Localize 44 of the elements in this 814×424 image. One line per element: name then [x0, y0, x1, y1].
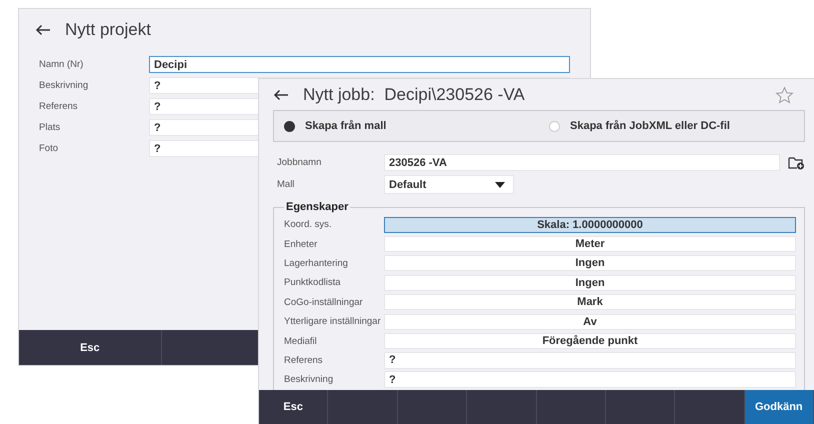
field-label: Referens — [284, 354, 324, 366]
radio-option[interactable]: Skapa från mall — [274, 120, 539, 132]
group-title: Egenskaper — [285, 201, 350, 213]
star-icon[interactable] — [775, 86, 794, 104]
field-label: CoGo-inställningar — [284, 296, 364, 308]
back-arrow-icon[interactable] — [273, 89, 289, 101]
field-label: Ytterligare inställningar — [284, 316, 382, 328]
field-label: Punktkodlista — [284, 277, 342, 288]
field-label: Beskrivning — [39, 80, 90, 91]
field-label: Lagerhantering — [284, 258, 349, 269]
setting-button[interactable]: Ingen — [384, 274, 796, 291]
template-dropdown[interactable]: Default — [384, 175, 514, 194]
back-arrow-icon[interactable] — [35, 24, 51, 36]
field-label: Referens — [39, 101, 79, 112]
field-label: Koord. sys. — [284, 219, 333, 230]
radio-label: Skapa från mall — [305, 120, 386, 132]
field-label: Enheter — [284, 238, 318, 250]
input-field[interactable]: ? — [384, 352, 796, 369]
esc-button[interactable]: Esc — [259, 390, 328, 424]
radio-label: Skapa från JobXML eller DC-fil — [570, 120, 730, 132]
folder-add-icon[interactable] — [788, 156, 805, 170]
input-field[interactable]: Decipi — [149, 56, 570, 73]
window-title: Nytt projekt — [65, 20, 151, 40]
esc-button[interactable]: Esc — [19, 330, 162, 365]
setting-button[interactable]: Ingen — [384, 255, 796, 272]
radio-option[interactable]: Skapa från JobXML eller DC-fil — [539, 120, 804, 132]
field-label: Namn (Nr) — [39, 59, 84, 70]
radio-button[interactable] — [284, 120, 295, 132]
setting-button[interactable]: Föregående punkt — [384, 333, 796, 350]
setting-button[interactable]: Skala: 1.0000000000 — [384, 216, 796, 233]
caret-icon — [495, 182, 505, 188]
input-field[interactable]: ? — [384, 371, 796, 388]
field-label: Jobbnamn — [277, 157, 322, 168]
setting-button[interactable]: Meter — [384, 236, 796, 252]
accept-button[interactable]: Godkänn — [744, 390, 814, 424]
input-field[interactable]: 230526 -VA — [384, 154, 780, 171]
field-label: Mediafil — [284, 336, 318, 347]
field-label: Plats — [39, 122, 62, 133]
field-label: Beskrivning — [284, 374, 334, 386]
setting-button[interactable]: Mark — [384, 294, 796, 310]
setting-button[interactable]: Av — [384, 314, 796, 330]
window-title: Nytt jobb: Decipi\230526 -VA — [303, 85, 525, 105]
field-label: Mall — [277, 179, 296, 190]
field-label: Foto — [39, 143, 60, 154]
